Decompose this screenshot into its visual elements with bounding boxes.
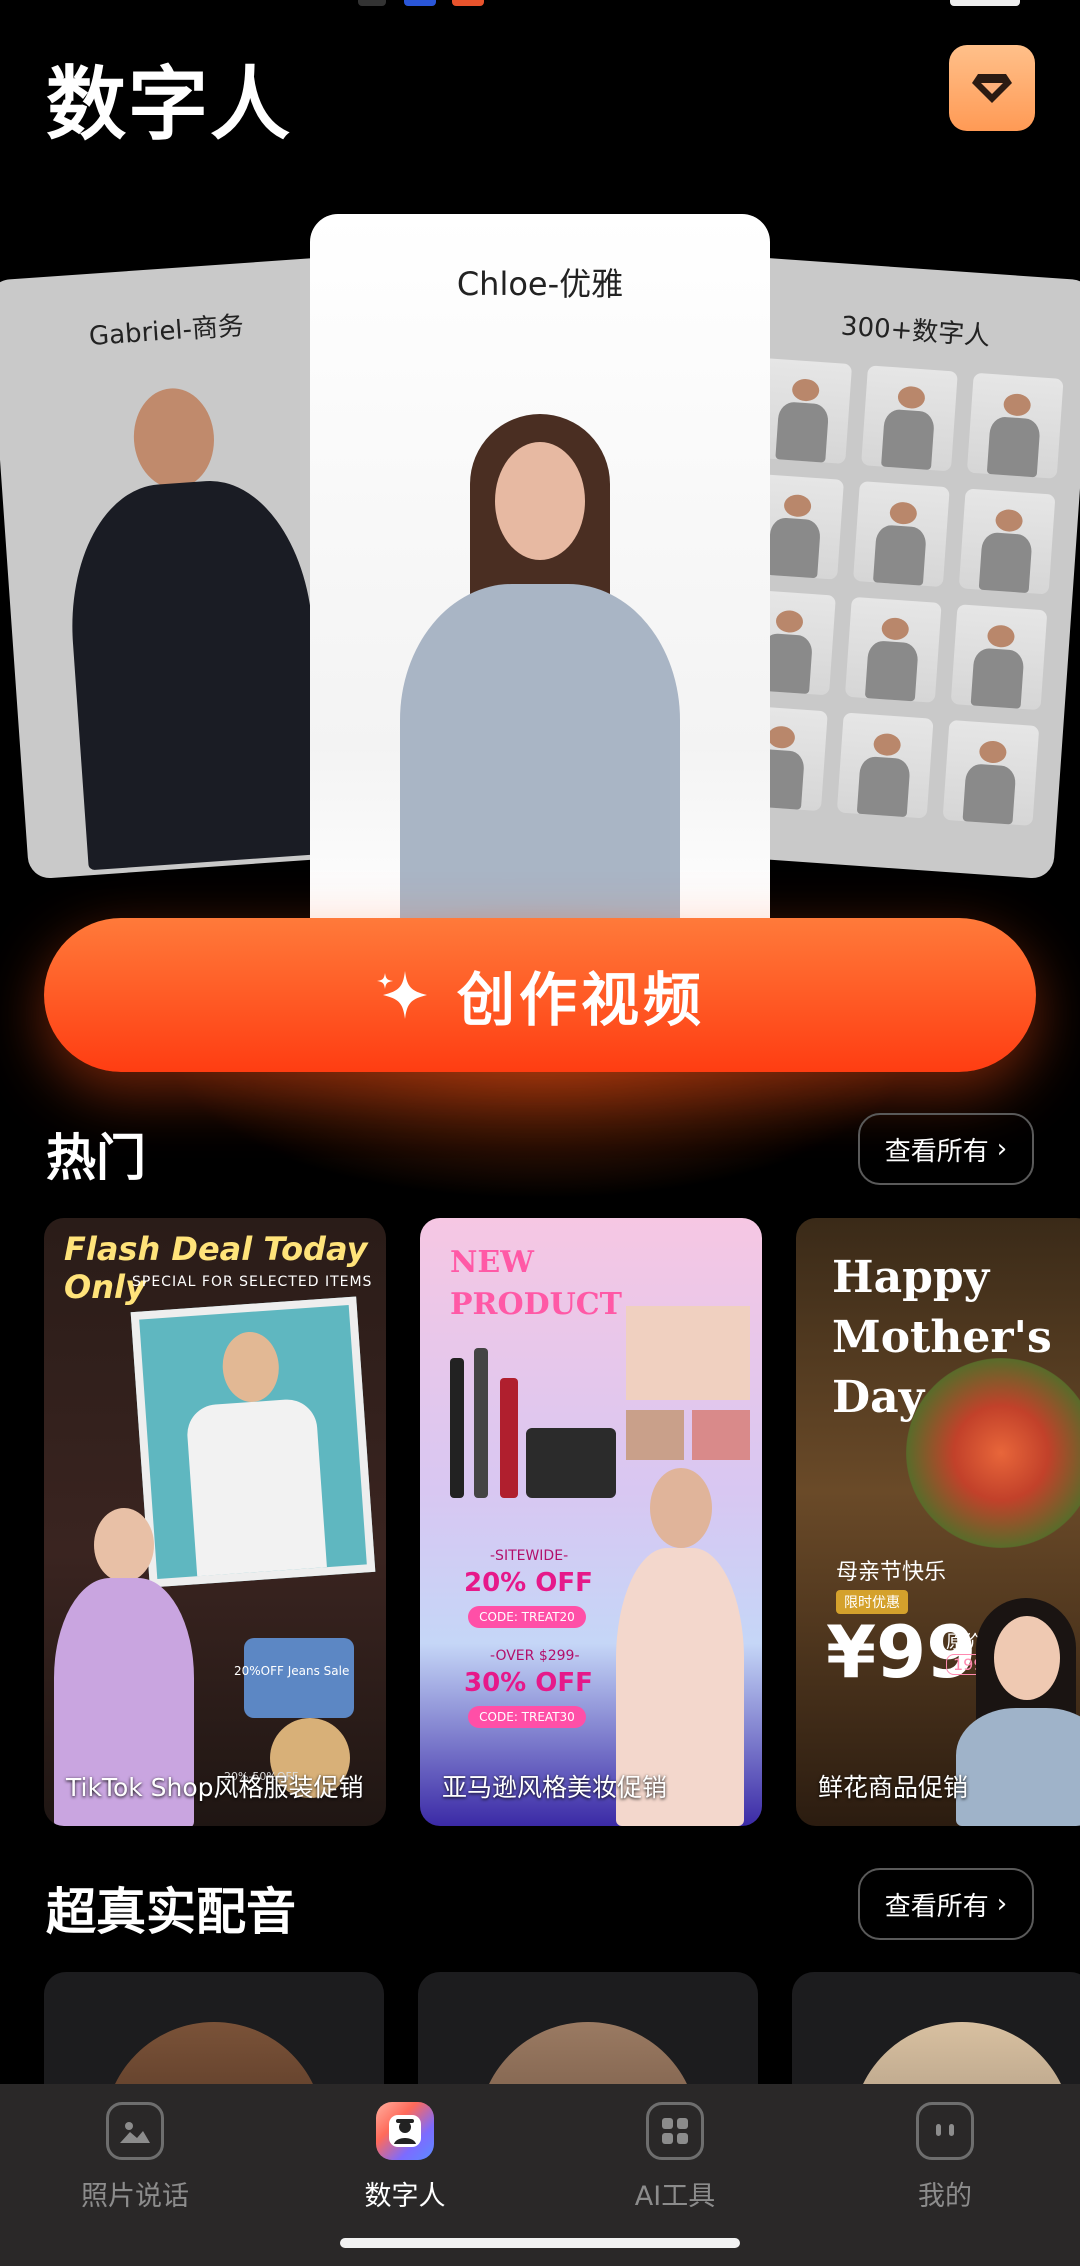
card-label: 300+数字人 [839,311,992,352]
create-video-button[interactable]: 创作视频 [44,918,1036,1072]
see-all-label: 查看所有 [884,1136,989,1167]
tab-digital-human[interactable]: 数字人 [270,2102,540,2213]
hot-template-card[interactable]: NEW PRODUCT -SITEWIDE- 20% OFF CODE: TRE… [420,1218,762,1826]
diamond-icon [972,74,1012,103]
promo-sub: 母亲节快乐 [836,1560,947,1585]
lips-photo [692,1410,750,1460]
avatar-chloe [380,414,700,924]
model-photo [626,1306,750,1400]
offer-small: -SITEWIDE- [490,1548,569,1564]
promo-headline: Flash Deal Today Only [64,1230,368,1306]
eye-photo [626,1410,684,1460]
voice-see-all-button[interactable]: 查看所有 › [858,1868,1034,1940]
status-icon [404,0,436,6]
promo-code: CODE: TREAT20 [468,1606,586,1628]
flowers-image [906,1358,1080,1548]
offer-small: -OVER $299- [490,1648,580,1664]
promo-headline: NEW PRODUCT [450,1245,623,1322]
hot-template-card[interactable]: Happy Mother's Day 母亲节快乐 限时优惠 ¥99 原价 199… [796,1218,1080,1826]
tab-label: 数字人 [364,2181,446,2212]
status-icon [452,0,484,6]
see-all-label: 查看所有 [884,1891,989,1922]
tab-label: 照片说话 [81,2181,189,2212]
tab-ai-tools[interactable]: AI工具 [540,2102,810,2213]
status-icon [358,0,386,6]
battery-icon [950,0,1020,6]
tab-profile[interactable]: 我的 [810,2102,1080,2213]
hot-template-card[interactable]: Flash Deal Today Only SPECIAL FOR SELECT… [44,1218,386,1826]
cosmetics-image [440,1348,620,1508]
hot-card-caption: 亚马逊风格美妆促销 [442,1773,668,1802]
promo-subline: SPECIAL FOR SELECTED ITEMS [132,1274,373,1290]
carousel-card-chloe[interactable]: Chloe-优雅 [310,214,770,924]
voice-section-title: 超真实配音 [46,1883,296,1941]
profile-icon [916,2102,974,2160]
create-video-label: 创作视频 [456,966,705,1034]
sparkle-icon [376,971,427,1019]
offer-main: 30% OFF [464,1668,593,1698]
card-label: Gabriel-商务 [88,311,245,352]
tab-photo-talk[interactable]: 照片说话 [0,2102,270,2213]
avatar-grid [731,357,1064,826]
chevron-right-icon: › [996,1889,1008,1919]
tab-label: 我的 [918,2181,972,2212]
avatar-gabriel [56,380,329,871]
image-icon [106,2102,164,2160]
offer-main: 20% OFF [464,1568,593,1598]
grid-icon [646,2102,704,2160]
hot-card-caption: 鲜花商品促销 [818,1773,969,1802]
tab-label: AI工具 [634,2181,716,2212]
chevron-right-icon: › [996,1134,1008,1164]
hot-section-title: 热门 [46,1129,146,1187]
card-label: Chloe-优雅 [456,265,624,303]
home-indicator[interactable] [340,2238,740,2248]
status-bar [0,0,1080,16]
digital-human-icon [376,2102,434,2160]
shorts-image [244,1638,354,1718]
vip-button[interactable] [949,45,1035,131]
hot-card-caption: TikTok Shop风格服装促销 [66,1773,364,1802]
hot-see-all-button[interactable]: 查看所有 › [858,1113,1034,1185]
promo-tag: 20%OFF Jeans Sale [234,1664,350,1678]
promo-code: CODE: TREAT30 [468,1706,586,1728]
page-title: 数字人 [46,58,292,151]
